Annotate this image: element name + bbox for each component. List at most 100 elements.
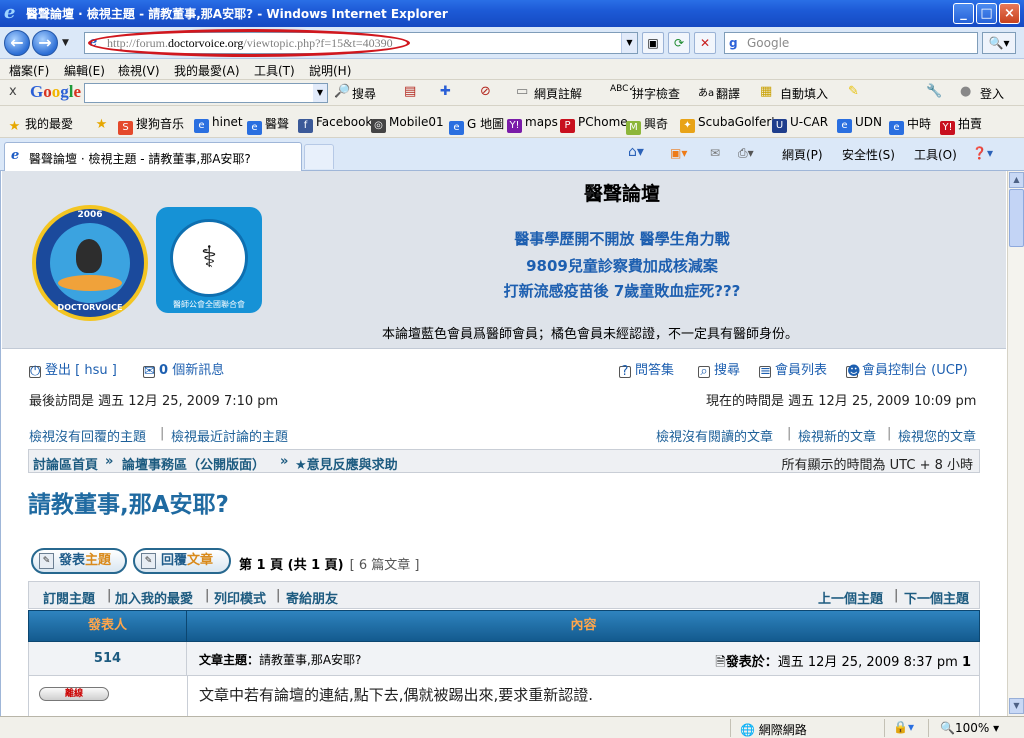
faq-link[interactable]: ? 問答集 — [619, 359, 674, 378]
highlight-annotation — [88, 29, 410, 57]
rss-icon[interactable]: ▣▾ — [670, 146, 687, 160]
post-link-icon[interactable]: 🗎 — [715, 655, 725, 670]
new-topic-button[interactable]: ✎ 發表主題 — [31, 548, 127, 574]
view-unread-link[interactable]: 檢視沒有閱讀的文章 — [656, 426, 773, 445]
fav-doctorvoice[interactable]: e 醫聲 — [247, 115, 289, 135]
print-mode-link[interactable]: 列印模式 — [214, 588, 266, 607]
post-author[interactable]: 514 — [29, 642, 187, 675]
autofill-button[interactable]: 自動填入 — [780, 85, 828, 102]
history-dropdown-icon[interactable]: ▼ — [62, 38, 69, 48]
email-friend-link[interactable]: 寄給朋友 — [286, 588, 338, 607]
view-new-link[interactable]: 檢視新的文章 — [798, 426, 876, 445]
safety-menu[interactable]: 安全性(S) — [842, 146, 895, 163]
fav-udn[interactable]: e UDN — [837, 115, 882, 133]
prev-topic-link[interactable]: 上一個主題 — [818, 588, 883, 607]
view-unanswered-link[interactable]: 檢視沒有回覆的主題 — [29, 426, 146, 445]
home-icon[interactable]: ⌂▾ — [628, 144, 644, 160]
logout-link[interactable]: ⏻ 登出 [ hsu ] — [29, 359, 117, 378]
headline-1[interactable]: 醫事學歷開不開放 醫學生角力戰 — [422, 228, 822, 249]
menu-favorites[interactable]: 我的最愛(A) — [174, 62, 240, 79]
menu-tools[interactable]: 工具(T) — [254, 62, 295, 79]
fav-scubagolfer[interactable]: ✦ ScubaGolfer's — [680, 115, 781, 133]
headline-2[interactable]: 9809兒童診察費加成核減案 — [422, 255, 822, 276]
fav-facebook[interactable]: f Facebook — [298, 115, 372, 133]
tab-current[interactable]: e 醫聲論壇 · 檢視主題 - 請教董事,那A安耶? — [4, 142, 302, 171]
crumb-home[interactable]: 討論區首頁 — [33, 454, 98, 473]
menu-file[interactable]: 檔案(F) — [9, 62, 49, 79]
membership-notice: 本論壇藍色會員爲醫師會員；橘色會員未經認證，不一定具有醫師身份。 — [382, 327, 799, 342]
crumb-forum-affairs[interactable]: 論壇事務區（公開版面） — [122, 454, 265, 473]
mail-icon[interactable]: ✉ — [710, 146, 720, 160]
minimize-button[interactable]: _ — [953, 3, 974, 24]
google-search-input[interactable]: ▼ — [84, 83, 328, 103]
google-search-button[interactable]: 搜尋 — [352, 85, 376, 102]
forward-button[interactable]: → — [32, 30, 58, 56]
close-window-button[interactable]: × — [999, 3, 1020, 24]
new-tab-button[interactable] — [304, 144, 334, 169]
reply-button[interactable]: ✎ 回覆文章 — [133, 548, 231, 574]
topic-title[interactable]: 請教董事,那A安耶? — [28, 485, 229, 519]
plus-icon[interactable]: ✚ — [440, 84, 451, 99]
menu-help[interactable]: 說明(H) — [309, 62, 351, 79]
fav-chinatimes[interactable]: e 中時 — [889, 115, 931, 135]
stop-icon[interactable]: ✕ — [694, 32, 716, 54]
help-icon[interactable]: ❓▾ — [972, 146, 993, 160]
fav-sogou[interactable]: S 搜狗音乐 — [118, 115, 184, 135]
highlighter-icon[interactable]: ✎ — [848, 84, 859, 99]
spellcheck-button[interactable]: 拼字檢查 — [632, 85, 680, 102]
fav-gmap[interactable]: eG 地圖 — [449, 115, 504, 135]
notes-button[interactable]: 網頁註解 — [534, 85, 582, 102]
fav-ucar[interactable]: U U-CAR — [772, 115, 828, 133]
next-topic-link[interactable]: 下一個主題 — [904, 588, 969, 607]
status-separator — [928, 719, 929, 737]
tools-menu[interactable]: 工具(O) — [914, 146, 957, 163]
fav-pchome[interactable]: P PChome — [560, 115, 628, 133]
separator: | — [107, 588, 112, 603]
caduceus-icon: ⚕ — [200, 240, 218, 275]
menu-edit[interactable]: 編輯(E) — [64, 62, 105, 79]
signin-button[interactable]: 登入 — [980, 85, 1004, 102]
add-favorite-link[interactable]: 加入我的最愛 — [115, 588, 193, 607]
fav-xingqi[interactable]: M 興奇 — [626, 115, 668, 135]
address-dropdown-icon[interactable]: ▼ — [621, 33, 637, 53]
maximize-button[interactable]: □ — [976, 3, 997, 24]
favorites-button[interactable]: ★ 我的最愛 — [7, 115, 73, 134]
google-toolbar: x Google ▼ 🔎 搜尋 ▤ ✚ ⊘ ▭ 網頁註解 ABC✓ 拼字檢查 あ… — [0, 80, 1024, 106]
menu-view[interactable]: 檢視(V) — [118, 62, 160, 79]
refresh-icon[interactable]: ⟳ — [668, 32, 690, 54]
fav-auction[interactable]: Y! 拍賣 — [940, 115, 982, 135]
protected-mode-icon[interactable]: 🔒▾ — [893, 720, 914, 734]
page-menu[interactable]: 網頁(P) — [782, 146, 823, 163]
scroll-down-icon[interactable]: ▼ — [1009, 698, 1024, 714]
post-number[interactable]: 1 — [962, 655, 971, 670]
menu-bar: 檔案(F) 編輯(E) 檢視(V) 我的最愛(A) 工具(T) 說明(H) — [0, 59, 1024, 80]
scroll-thumb[interactable] — [1009, 189, 1024, 247]
back-button[interactable]: ← — [4, 30, 30, 56]
zoom-level[interactable]: 🔍100% ▾ — [940, 721, 999, 735]
ucp-link[interactable]: ☻會員控制台 (UCP) — [846, 359, 968, 378]
member-list-link[interactable]: ≡ 會員列表 — [759, 359, 827, 378]
subscribe-topic-link[interactable]: 訂閱主題 — [43, 588, 95, 607]
wrench-icon[interactable]: 🔧 — [926, 84, 942, 99]
fav-hinet[interactable]: e hinet — [194, 115, 243, 133]
search-button[interactable]: 🔍▾ — [982, 32, 1016, 54]
view-active-link[interactable]: 檢視最近討論的主題 — [171, 426, 288, 445]
close-toolbar-icon[interactable]: x — [9, 84, 17, 99]
search-input[interactable]: g Google — [724, 32, 978, 54]
compatibility-icon[interactable]: ▣ — [642, 32, 664, 54]
bookmark-icon[interactable]: ▤ — [404, 84, 416, 99]
fav-ymaps[interactable]: Y! maps — [507, 115, 558, 133]
popup-blocker-icon[interactable]: ⊘ — [480, 84, 491, 99]
google-dropdown-icon[interactable]: ▼ — [313, 84, 327, 102]
translate-button[interactable]: 翻譯 — [716, 85, 740, 102]
headline-3[interactable]: 打新流感疫苗後 7歲童敗血症死??? — [422, 280, 822, 301]
add-favorite-icon[interactable]: ★ — [94, 115, 112, 132]
scroll-up-icon[interactable]: ▲ — [1009, 172, 1024, 188]
search-link[interactable]: ⌕ 搜尋 — [698, 359, 740, 378]
view-yours-link[interactable]: 檢視您的文章 — [898, 426, 976, 445]
fav-mobile01[interactable]: ◎ Mobile01 — [371, 115, 444, 133]
vertical-scrollbar[interactable]: ▲ ▼ — [1007, 171, 1024, 716]
print-icon[interactable]: ⎙▾ — [738, 146, 754, 161]
crumb-feedback[interactable]: ★意見反應與求助 — [295, 454, 398, 473]
new-messages-link[interactable]: ✉ 0 個新訊息 — [143, 359, 224, 378]
